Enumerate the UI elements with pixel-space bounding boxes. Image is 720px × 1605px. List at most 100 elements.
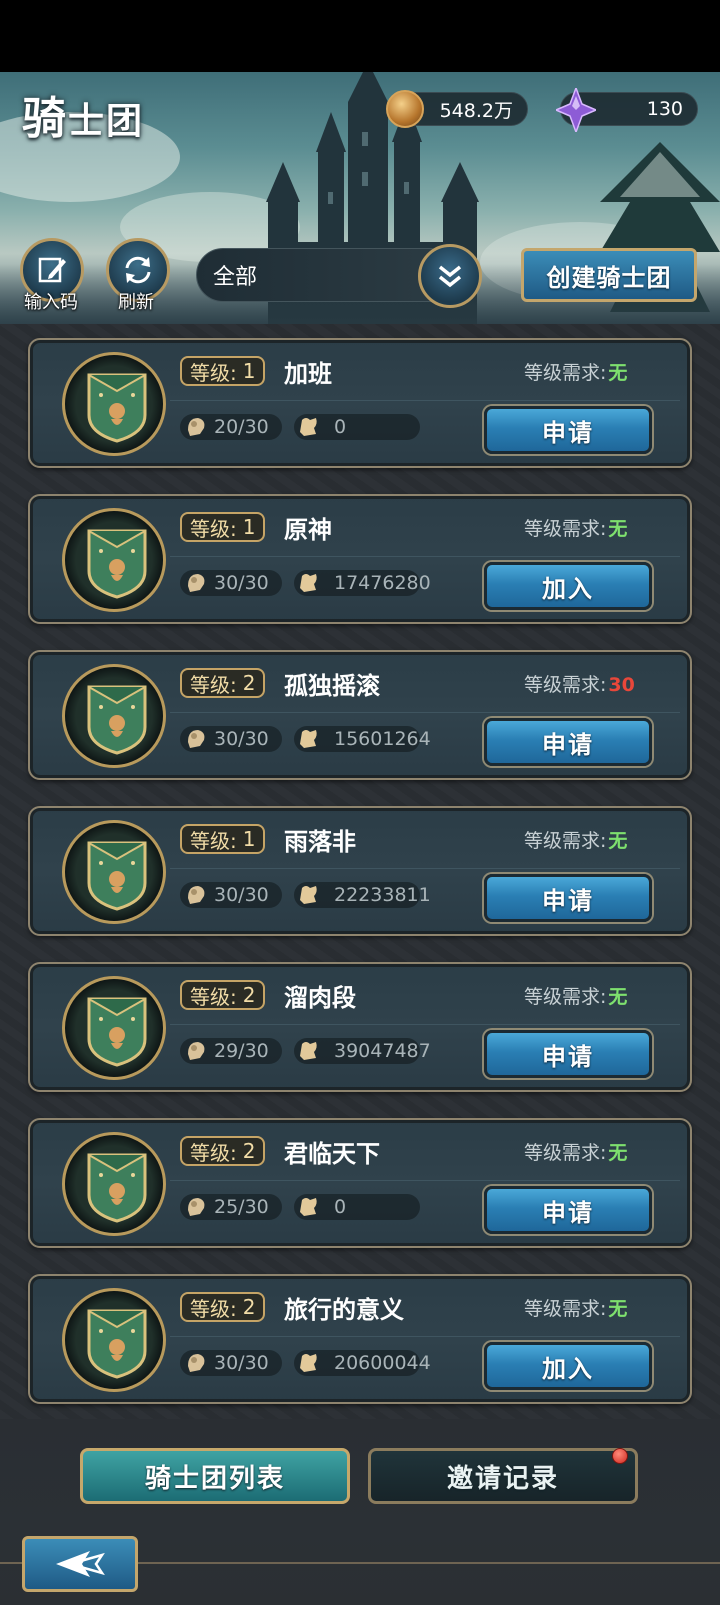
requirement-prefix: 等级需求: [524, 1142, 607, 1164]
requirement-prefix: 等级需求: [524, 518, 607, 540]
level-requirement: 等级需求: 无 [524, 826, 627, 853]
guild-level: 1 [242, 515, 256, 539]
guild-emblem-icon [62, 508, 166, 612]
guild-name: 君临天下 [284, 1140, 380, 1168]
level-prefix: 等级: [190, 672, 237, 697]
fist-icon [294, 412, 322, 440]
guild-card[interactable]: 等级: 2 旅行的意义 等级需求: 无 30/30 20600044 加入 [28, 1274, 692, 1404]
guild-action-button[interactable]: 申请 [484, 406, 652, 454]
guild-level: 2 [242, 1295, 256, 1319]
requirement-prefix: 等级需求: [524, 362, 607, 384]
guild-card[interactable]: 等级: 2 君临天下 等级需求: 无 25/30 0 申请 [28, 1118, 692, 1248]
create-guild-button[interactable]: 创建骑士团 [521, 248, 697, 302]
guild-card[interactable]: 等级: 1 雨落非 等级需求: 无 30/30 22233811 申请 [28, 806, 692, 936]
guild-name: 加班 [284, 360, 332, 388]
guild-action-label: 加入 [542, 574, 594, 603]
guild-card[interactable]: 等级: 1 加班 等级需求: 无 20/30 0 申请 [28, 338, 692, 468]
refresh-label: 刷新 [118, 292, 154, 313]
member-count: 29/30 [214, 1040, 269, 1062]
guild-action-label: 加入 [542, 1354, 594, 1383]
members-icon [182, 724, 210, 752]
guild-action-button[interactable]: 申请 [484, 1186, 652, 1234]
guild-power: 20600044 [334, 1352, 431, 1374]
guild-action-button[interactable]: 加入 [484, 1342, 652, 1390]
guild-name: 旅行的意义 [284, 1296, 404, 1324]
status-bar [0, 0, 720, 72]
filter-toggle-button[interactable] [418, 244, 482, 308]
guild-emblem-icon [62, 352, 166, 456]
guild-name: 原神 [284, 516, 332, 544]
create-guild-label: 创建骑士团 [546, 263, 672, 292]
requirement-value: 无 [608, 1298, 628, 1320]
requirement-value: 无 [608, 830, 628, 852]
tab-guild-list[interactable]: 骑士团列表 [80, 1448, 350, 1504]
level-requirement: 等级需求: 无 [524, 514, 627, 541]
gem-icon [556, 88, 596, 132]
members-icon [182, 1036, 210, 1064]
guild-emblem-icon [62, 1132, 166, 1236]
tab-invite-records[interactable]: 邀请记录 [368, 1448, 638, 1504]
guild-name: 溜肉段 [284, 984, 356, 1012]
level-prefix: 等级: [190, 828, 237, 853]
page-title-rest: 士团 [68, 100, 145, 142]
guild-level-badge: 等级: 1 [180, 512, 266, 542]
page-title-main: 骑 [22, 93, 68, 144]
members-icon [182, 880, 210, 908]
member-count: 30/30 [214, 884, 269, 906]
guild-action-button[interactable]: 加入 [484, 562, 652, 610]
level-prefix: 等级: [190, 516, 237, 541]
guild-action-button[interactable]: 申请 [484, 1030, 652, 1078]
filter-dropdown[interactable]: 全部 [196, 248, 456, 302]
guild-level: 2 [242, 983, 256, 1007]
guild-power: 0 [334, 1196, 347, 1218]
guild-power: 0 [334, 416, 347, 438]
requirement-prefix: 等级需求: [524, 674, 607, 696]
gem-amount: 130 [646, 98, 683, 120]
guild-level: 1 [242, 359, 256, 383]
guild-level: 1 [242, 827, 256, 851]
guild-level-badge: 等级: 2 [180, 980, 266, 1010]
guild-emblem-icon [62, 820, 166, 924]
guild-action-button[interactable]: 申请 [484, 874, 652, 922]
page-title: 骑士团 [22, 82, 144, 146]
level-prefix: 等级: [190, 984, 237, 1009]
coin-amount: 548.2万 [439, 99, 513, 122]
member-count: 30/30 [214, 728, 269, 750]
guild-card[interactable]: 等级: 2 孤独摇滚 等级需求: 30 30/30 15601264 申请 [28, 650, 692, 780]
back-button[interactable] [22, 1536, 138, 1592]
back-arrow-icon [56, 1551, 105, 1577]
coin-icon [386, 90, 424, 128]
requirement-prefix: 等级需求: [524, 986, 607, 1008]
guild-action-label: 申请 [542, 418, 594, 447]
guild-power: 15601264 [334, 728, 431, 750]
level-requirement: 等级需求: 无 [524, 358, 627, 385]
guild-emblem-icon [62, 1288, 166, 1392]
guild-level: 2 [242, 1139, 256, 1163]
guild-card[interactable]: 等级: 1 原神 等级需求: 无 30/30 17476280 加入 [28, 494, 692, 624]
guild-action-button[interactable]: 申请 [484, 718, 652, 766]
fist-icon [294, 568, 322, 596]
guild-list[interactable]: 等级: 1 加班 等级需求: 无 20/30 0 申请 等级: 1 原神 等级需求: 无 30/30 174… [0, 324, 720, 1419]
guild-card[interactable]: 等级: 2 溜肉段 等级需求: 无 29/30 39047487 申请 [28, 962, 692, 1092]
tab-guild-list-label: 骑士团列表 [144, 1463, 285, 1494]
requirement-prefix: 等级需求: [524, 1298, 607, 1320]
guild-level-badge: 等级: 1 [180, 356, 266, 386]
member-count: 20/30 [214, 416, 269, 438]
double-chevron-down-icon [438, 265, 462, 288]
input-code-label: 输入码 [24, 292, 78, 313]
level-requirement: 等级需求: 无 [524, 982, 627, 1009]
fist-icon [294, 724, 322, 752]
member-count: 25/30 [214, 1196, 269, 1218]
requirement-value: 30 [608, 674, 635, 696]
requirement-value: 无 [608, 986, 628, 1008]
guild-action-label: 申请 [542, 886, 594, 915]
level-prefix: 等级: [190, 360, 237, 385]
members-icon [182, 1348, 210, 1376]
requirement-prefix: 等级需求: [524, 830, 607, 852]
guild-power: 22233811 [334, 884, 431, 906]
guild-level-badge: 等级: 1 [180, 824, 266, 854]
guild-emblem-icon [62, 976, 166, 1080]
guild-level-badge: 等级: 2 [180, 668, 266, 698]
guild-level: 2 [242, 671, 256, 695]
guild-name: 孤独摇滚 [284, 672, 380, 700]
